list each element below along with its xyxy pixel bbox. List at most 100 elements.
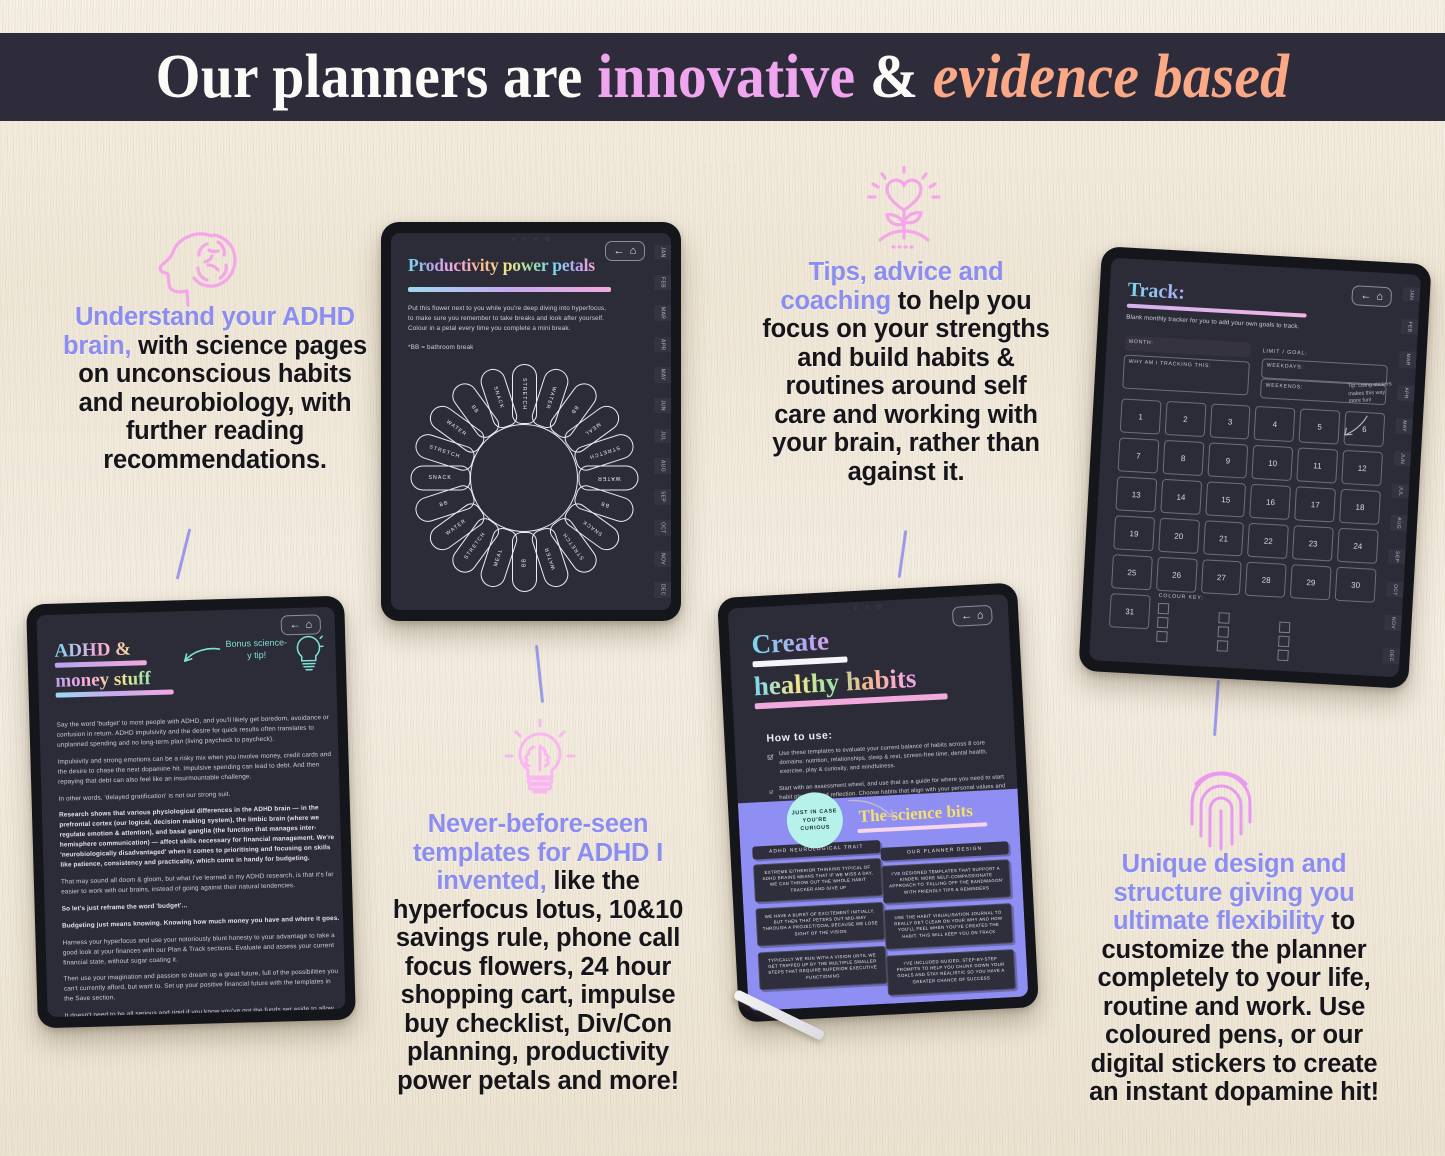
calendar-day[interactable]: 8	[1162, 439, 1204, 477]
home-button-track[interactable]: ← ⌂	[1351, 285, 1393, 308]
money-paragraph: Then use your imagination and passion to…	[63, 968, 339, 1003]
month-input[interactable]: MONTH:	[1124, 335, 1251, 358]
calendar-day[interactable]: 30	[1334, 566, 1377, 603]
month-tab[interactable]: JAN	[654, 244, 671, 260]
calendar-day[interactable]: 24	[1337, 527, 1379, 564]
colour-swatch[interactable]	[1218, 612, 1230, 624]
colour-swatch[interactable]	[1157, 602, 1170, 615]
month-tab[interactable]: FEB	[654, 274, 671, 290]
month-tab[interactable]: AUG	[654, 458, 671, 475]
month-tab[interactable]: NOV	[654, 551, 671, 568]
colour-swatch[interactable]	[1156, 616, 1169, 629]
calendar-day[interactable]: 31	[1108, 593, 1151, 630]
month-tab[interactable]: MAY	[654, 367, 671, 384]
month-tab[interactable]: DEC	[1382, 647, 1401, 665]
calendar-day[interactable]: 25	[1111, 554, 1153, 591]
calendar-day[interactable]: 5	[1298, 408, 1341, 445]
limit-goal-label: LIMIT / GOAL:	[1262, 348, 1308, 357]
calendar-day[interactable]: 1	[1119, 398, 1162, 435]
month-tab[interactable]: MAR	[654, 304, 671, 322]
calendar-day[interactable]: 3	[1209, 403, 1251, 440]
calendar-day[interactable]: 4	[1254, 405, 1296, 443]
calendar-day[interactable]: 20	[1157, 517, 1200, 554]
why-tracking-input[interactable]: WHY AM I TRACKING THIS:	[1122, 354, 1250, 396]
money-screen: ← ⌂ ADHD & money stuff Bonus science-y t…	[36, 606, 346, 1018]
calendar-day[interactable]: 23	[1292, 525, 1334, 562]
month-tab[interactable]: JAN	[1402, 286, 1421, 303]
calendar-day[interactable]: 27	[1200, 559, 1243, 596]
science-card: I'VE DESIGNED TEMPLATES THAT SUPPORT A K…	[881, 859, 1012, 904]
back-arrow-icon[interactable]: ←	[961, 610, 973, 623]
calendar-day[interactable]: 21	[1202, 520, 1245, 557]
month-tab[interactable]: JUN	[654, 398, 671, 414]
month-tab[interactable]: SEP	[1387, 548, 1406, 565]
month-tab[interactable]: SEP	[654, 489, 671, 505]
calendar-day[interactable]: 9	[1207, 442, 1249, 479]
calendar-day[interactable]: 10	[1251, 444, 1294, 482]
month-tab[interactable]: DEC	[654, 582, 671, 599]
home-icon[interactable]: ⌂	[977, 609, 984, 621]
colour-swatch[interactable]	[1156, 630, 1168, 643]
heart-plant-icon	[858, 165, 950, 254]
calendar-day[interactable]: 19	[1113, 515, 1155, 552]
tablet-healthy-habits[interactable]: ← ⌂ Create healthy habits How to use: Us…	[717, 582, 1039, 1023]
colour-key-swatches[interactable]	[1155, 602, 1291, 662]
calendar-day[interactable]: 7	[1117, 437, 1160, 474]
back-arrow-icon[interactable]: ←	[1360, 290, 1372, 303]
month-tab[interactable]: APR	[654, 336, 671, 353]
calendar-day[interactable]: 17	[1294, 486, 1337, 523]
home-button-money[interactable]: ← ⌂	[280, 614, 322, 636]
colour-swatch[interactable]	[1278, 621, 1291, 634]
month-tab[interactable]: JUL	[1391, 483, 1410, 499]
lightbulb-brain-icon	[498, 716, 582, 800]
colour-swatch[interactable]	[1216, 640, 1229, 652]
checkbox-icon[interactable]	[767, 750, 774, 763]
colour-swatch[interactable]	[1217, 626, 1230, 638]
month-tab[interactable]: OCT	[1385, 581, 1404, 598]
calendar-day[interactable]: 22	[1247, 522, 1290, 559]
calendar-day[interactable]: 15	[1204, 481, 1247, 518]
home-button-habits[interactable]: ← ⌂	[951, 604, 993, 627]
calendar-day[interactable]: 2	[1164, 400, 1207, 438]
home-icon[interactable]: ⌂	[305, 619, 312, 631]
home-icon[interactable]: ⌂	[1376, 291, 1383, 303]
checkbox-icon[interactable]	[769, 785, 774, 798]
back-arrow-icon[interactable]: ←	[289, 619, 300, 631]
calendar-day[interactable]: 26	[1155, 556, 1198, 593]
month-tab[interactable]: APR	[1396, 385, 1415, 402]
calendar-day[interactable]: 29	[1290, 564, 1332, 601]
month-tab[interactable]: AUG	[1389, 514, 1408, 532]
callout-templates: Never-before-seen templates for ADHD I i…	[390, 810, 686, 1095]
month-tab[interactable]: JUN	[1393, 451, 1412, 467]
month-tab[interactable]: FEB	[1400, 318, 1419, 335]
calendar-day[interactable]: 18	[1339, 488, 1381, 526]
month-tab[interactable]: MAR	[1398, 351, 1417, 369]
money-paragraph: Say the word 'budget' to most people wit…	[56, 714, 330, 749]
colour-swatch[interactable]	[1277, 649, 1289, 662]
calendar-day[interactable]: 12	[1341, 449, 1384, 487]
calendar-day[interactable]: 11	[1296, 447, 1339, 484]
petals-note: *BB = bathroom break	[408, 343, 474, 351]
month-tab[interactable]: NOV	[1384, 614, 1402, 632]
colour-swatch[interactable]	[1278, 635, 1290, 648]
camera-dots	[853, 603, 882, 611]
calendar-day[interactable]: 13	[1115, 476, 1158, 513]
connector-line-templates	[534, 645, 545, 703]
tablet-track[interactable]: ← ⌂ Track: Blank monthly tracker for you…	[1078, 246, 1432, 689]
month-tab[interactable]: JUL	[654, 428, 671, 443]
calendar-day[interactable]: 28	[1245, 561, 1287, 598]
flower-core	[470, 424, 578, 532]
home-icon[interactable]: ⌂	[630, 245, 637, 257]
bonus-tip-label: Bonus science-y tip!	[225, 637, 288, 661]
month-tab-rail-track[interactable]: JAN FEB MAR APR MAY JUN JUL AUG SEP OCT …	[1382, 274, 1421, 677]
month-tab[interactable]: MAY	[1395, 417, 1413, 435]
tablet-productivity-petals[interactable]: ← ⌂ Productivity power petals Put this f…	[381, 222, 681, 621]
habits-screen: ← ⌂ Create healthy habits How to use: Us…	[727, 593, 1029, 1012]
month-tab[interactable]: OCT	[654, 519, 671, 536]
tablet-adhd-money[interactable]: ← ⌂ ADHD & money stuff Bonus science-y t…	[26, 595, 356, 1029]
calendar-day[interactable]: 14	[1160, 478, 1202, 515]
calendar-day[interactable]: 16	[1249, 483, 1292, 521]
month-tab-rail-petals[interactable]: JAN FEB MAR APR MAY JUN JUL AUG SEP OCT …	[654, 233, 671, 610]
petals-title: Productivity power petals	[408, 255, 623, 297]
connector-line-tips	[897, 530, 908, 578]
